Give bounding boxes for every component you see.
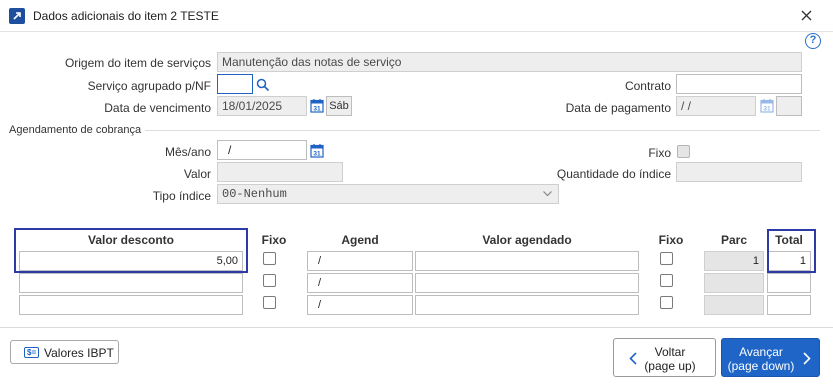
svg-text:31: 31: [313, 151, 321, 158]
voltar-shortcut: (page up): [644, 359, 696, 373]
mesano-label: Mês/ano: [164, 145, 211, 159]
contrato-input[interactable]: [676, 74, 802, 94]
valor-label: Valor: [183, 167, 211, 181]
close-button[interactable]: [796, 5, 818, 27]
agendamento-section-title: Agendamento de cobrança: [9, 124, 142, 136]
vencimento-weekday: Sáb: [326, 96, 352, 116]
quantidade-label: Quantidade do índice: [556, 167, 671, 181]
svg-text:31: 31: [763, 106, 771, 113]
mesano-input[interactable]: /: [217, 140, 307, 160]
row2-total[interactable]: [767, 273, 811, 293]
row2-agend[interactable]: /: [307, 273, 413, 293]
header-fixo-2: Fixo: [658, 233, 684, 247]
fixo-checkbox: [677, 145, 690, 158]
servico-input[interactable]: [217, 74, 253, 94]
pagamento-field: / /: [676, 96, 756, 116]
tipo-indice-select: 00-Nenhum: [217, 184, 559, 204]
chevron-right-icon: [803, 352, 811, 365]
valores-ibpt-label: Valores IBPT: [44, 346, 114, 360]
avancar-button[interactable]: Avançar (page down): [721, 338, 820, 377]
row2-fixo-checkbox[interactable]: [263, 274, 276, 287]
row1-fixo-checkbox[interactable]: [263, 252, 276, 265]
servico-label: Serviço agrupado p/NF: [87, 79, 211, 93]
tipo-indice-value: 00-Nenhum: [222, 187, 287, 201]
row2-valor-agendado[interactable]: [415, 273, 639, 293]
header-fixo: Fixo: [261, 233, 287, 247]
row3-total[interactable]: [767, 295, 811, 315]
money-icon: $=: [24, 347, 39, 358]
row3-fixo2-checkbox[interactable]: [660, 296, 673, 309]
svg-text:31: 31: [313, 106, 321, 113]
contrato-label: Contrato: [624, 79, 671, 93]
row1-parc: 1: [704, 251, 764, 271]
title-bar: Dados adicionais do item 2 TESTE: [0, 0, 833, 32]
avancar-shortcut: (page down): [727, 359, 795, 373]
pagamento-label: Data de pagamento: [565, 101, 671, 115]
header-agend: Agend: [341, 233, 379, 247]
search-icon[interactable]: [256, 78, 270, 92]
app-arrow-icon: [9, 8, 25, 24]
row1-agend[interactable]: /: [307, 251, 413, 271]
row2-parc: [704, 273, 764, 293]
tipo-indice-label: Tipo índice: [152, 189, 211, 203]
vencimento-label: Data de vencimento: [104, 101, 211, 115]
row3-fixo-checkbox[interactable]: [263, 296, 276, 309]
mesano-value: /: [228, 143, 232, 157]
row3-agend-value: /: [318, 299, 322, 311]
row2-valor-desconto[interactable]: [19, 273, 243, 293]
valor-field: [217, 162, 343, 182]
origem-field: Manutenção das notas de serviço: [217, 52, 802, 72]
row2-agend-value: /: [318, 277, 322, 289]
window-title: Dados adicionais do item 2 TESTE: [33, 9, 219, 23]
valores-ibpt-button[interactable]: $= Valores IBPT: [10, 340, 119, 364]
help-icon[interactable]: ?: [805, 33, 821, 49]
row2-fixo2-checkbox[interactable]: [660, 274, 673, 287]
fixo-label: Fixo: [648, 146, 671, 160]
quantidade-field: [676, 162, 802, 182]
chevron-down-icon: [543, 191, 552, 197]
calendar-icon[interactable]: 31: [310, 143, 324, 158]
row1-valor-agendado[interactable]: [415, 251, 639, 271]
row3-parc: [704, 295, 764, 315]
close-icon: [801, 10, 812, 21]
pagamento-weekday: [776, 96, 802, 116]
voltar-button[interactable]: Voltar (page up): [613, 338, 716, 377]
origem-label: Origem do item de serviços: [64, 56, 211, 70]
calendar-icon[interactable]: 31: [310, 98, 324, 113]
voltar-label: Voltar: [654, 345, 686, 359]
row3-valor-desconto[interactable]: [19, 295, 243, 315]
highlight-total: [767, 229, 816, 273]
row3-agend[interactable]: /: [307, 295, 413, 315]
highlight-valor-desconto: [14, 228, 248, 273]
row3-valor-agendado[interactable]: [415, 295, 639, 315]
calendar-icon: 31: [760, 99, 774, 113]
header-valor-agendado: Valor agendado: [482, 233, 572, 247]
money-icon-text: $=: [27, 348, 37, 357]
header-parc: Parc: [720, 233, 748, 247]
row1-agend-value: /: [318, 255, 322, 267]
avancar-label: Avançar: [739, 345, 783, 359]
vencimento-field: 18/01/2025: [217, 96, 307, 116]
row1-fixo2-checkbox[interactable]: [660, 252, 673, 265]
section-divider: [145, 130, 820, 131]
